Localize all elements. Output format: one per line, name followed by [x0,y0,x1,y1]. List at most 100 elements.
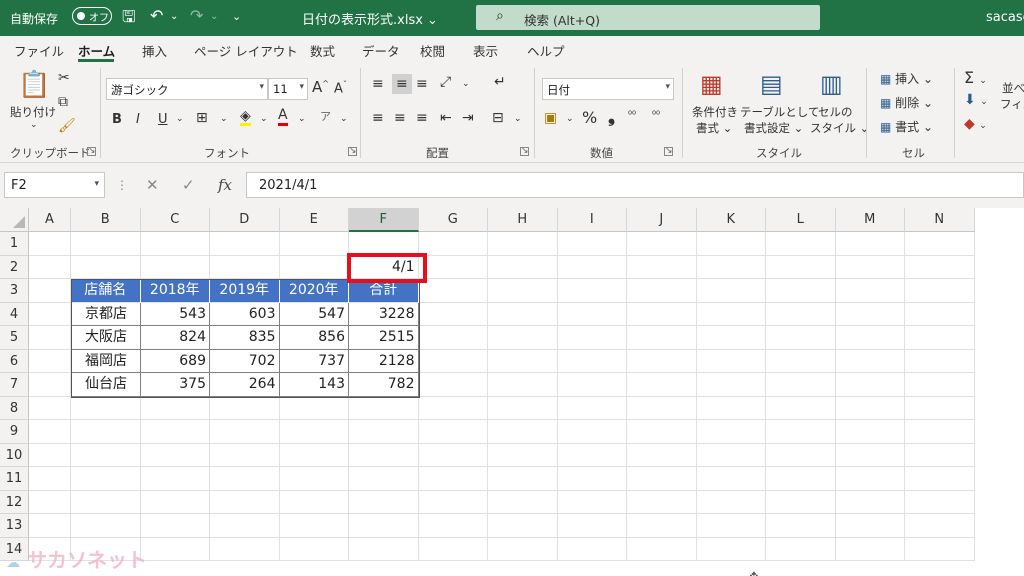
bold-button[interactable]: B [112,112,122,127]
cell-k6[interactable] [696,349,766,373]
cell-f5[interactable]: 2515 [349,326,419,350]
cell-l1[interactable] [766,232,836,256]
column-header-f[interactable]: F [349,208,419,232]
cell-d6[interactable]: 702 [210,349,280,373]
decrease-decimal-icon[interactable]: ⁰⁰ [652,110,660,121]
cell-j11[interactable] [627,467,697,491]
align-middle-icon[interactable]: ≡ [392,74,412,94]
increase-font-icon[interactable]: A^ [312,78,329,96]
cell-i2[interactable] [557,255,627,279]
font-size-combo[interactable]: 11 ▾ [268,78,308,100]
italic-button[interactable]: I [136,112,140,127]
cell-l6[interactable] [766,349,836,373]
search-box[interactable]: ⌕ 検索 (Alt+Q) [476,5,820,30]
column-header-n[interactable]: N [905,208,975,232]
row-header-5[interactable]: 5 [0,326,29,350]
cell-a13[interactable] [29,514,71,538]
cell-b9[interactable] [71,420,141,444]
font-name-combo[interactable]: 游ゴシック ▾ [106,78,268,100]
conditional-formatting-icon[interactable]: ▦ [700,70,723,98]
cell-a11[interactable] [29,467,71,491]
tab-insert[interactable]: 挿入 [142,41,167,60]
cell-e7[interactable]: 143 [279,373,349,397]
cell-c5[interactable]: 824 [140,326,210,350]
cell-h10[interactable] [488,443,558,467]
conditional-formatting-label-2[interactable]: 書式 ⌄ [696,120,732,136]
cell-b11[interactable] [71,467,141,491]
cell-n1[interactable] [905,232,975,256]
format-as-table-label-2[interactable]: 書式設定 ⌄ [744,120,803,136]
cell-n12[interactable] [905,490,975,514]
cell-h8[interactable] [488,396,558,420]
cell-l10[interactable] [766,443,836,467]
cell-g11[interactable] [418,467,488,491]
cell-c2[interactable] [140,255,210,279]
row-header-4[interactable]: 4 [0,302,29,326]
cell-b3[interactable]: 店舗名 [71,279,141,303]
cell-l13[interactable] [766,514,836,538]
accounting-dropdown-icon[interactable]: ⌄ [566,114,574,124]
cell-i9[interactable] [557,420,627,444]
cell-j3[interactable] [627,279,697,303]
cell-d3[interactable]: 2019年 [210,279,280,303]
tab-formulas[interactable]: 数式 [310,41,335,60]
fill-color-dropdown-icon[interactable]: ⌄ [260,114,268,124]
cell-k9[interactable] [696,420,766,444]
cell-j8[interactable] [627,396,697,420]
cell-j14[interactable] [627,537,697,561]
cell-h9[interactable] [488,420,558,444]
cell-n8[interactable] [905,396,975,420]
cell-styles-label-1[interactable]: セルの [818,104,853,120]
cell-m4[interactable] [835,302,905,326]
phonetic-dropdown-icon[interactable]: ⌄ [340,114,348,124]
cell-n13[interactable] [905,514,975,538]
insert-cells-button[interactable]: ▦ 挿入 ⌄ [880,70,933,87]
align-bottom-icon[interactable]: ≡ [416,76,428,92]
row-header-13[interactable]: 13 [0,514,29,538]
merge-center-icon[interactable]: ⊟ [492,110,504,126]
cell-a3[interactable] [29,279,71,303]
cell-g3[interactable] [418,279,488,303]
cell-m6[interactable] [835,349,905,373]
cell-h4[interactable] [488,302,558,326]
cell-n6[interactable] [905,349,975,373]
cell-d14[interactable] [210,537,280,561]
cell-d11[interactable] [210,467,280,491]
redo-dropdown-icon[interactable]: ⌄ [210,11,218,22]
row-header-10[interactable]: 10 [0,443,29,467]
cell-f10[interactable] [349,443,419,467]
cell-e1[interactable] [279,232,349,256]
cell-g4[interactable] [418,302,488,326]
underline-dropdown-icon[interactable]: ⌄ [176,114,184,124]
cell-j2[interactable] [627,255,697,279]
cut-icon[interactable]: ✂ [58,70,70,86]
cell-c6[interactable]: 689 [140,349,210,373]
redo-icon[interactable]: ↷ [190,6,203,25]
clipboard-launcher-icon[interactable]: ↘ [87,147,96,156]
row-header-2[interactable]: 2 [0,255,29,279]
cancel-icon[interactable]: ✕ [146,176,159,194]
percent-icon[interactable]: % [582,108,597,127]
cell-a9[interactable] [29,420,71,444]
cell-a7[interactable] [29,373,71,397]
cell-i8[interactable] [557,396,627,420]
cell-e10[interactable] [279,443,349,467]
cell-k5[interactable] [696,326,766,350]
row-header-7[interactable]: 7 [0,373,29,397]
cell-h13[interactable] [488,514,558,538]
cell-k1[interactable] [696,232,766,256]
cell-j9[interactable] [627,420,697,444]
cell-b10[interactable] [71,443,141,467]
cell-g2[interactable] [418,255,488,279]
cell-i1[interactable] [557,232,627,256]
cell-d1[interactable] [210,232,280,256]
cell-c12[interactable] [140,490,210,514]
cell-l4[interactable] [766,302,836,326]
cell-m11[interactable] [835,467,905,491]
cell-c1[interactable] [140,232,210,256]
tab-data[interactable]: データ [362,41,400,60]
cell-m9[interactable] [835,420,905,444]
cell-m8[interactable] [835,396,905,420]
cell-a12[interactable] [29,490,71,514]
paste-icon[interactable]: 📋 [18,70,50,100]
